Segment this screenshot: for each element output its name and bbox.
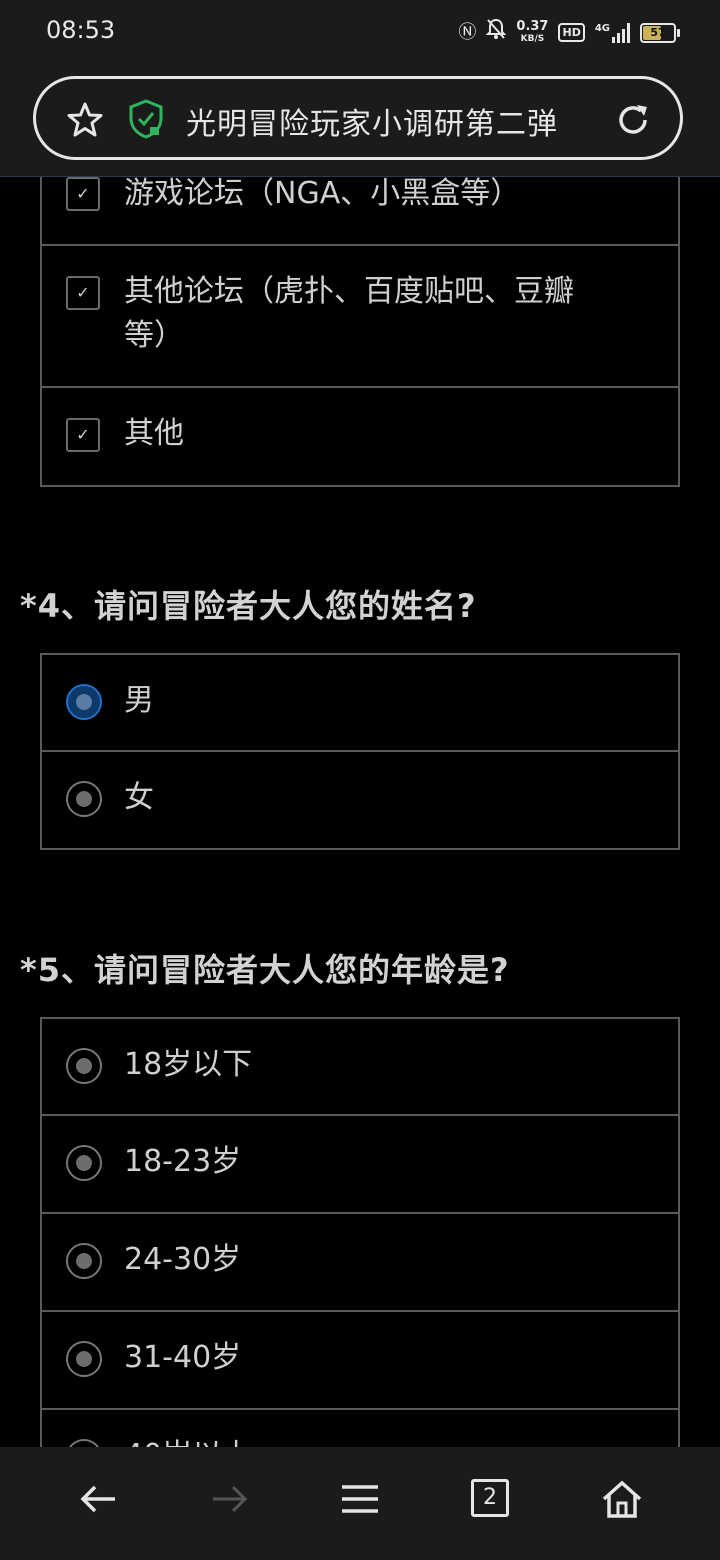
bookmark-star-icon[interactable] xyxy=(66,101,104,139)
radio-option[interactable]: 31-40岁 xyxy=(40,1312,680,1410)
radio-icon[interactable] xyxy=(66,1439,102,1447)
required-mark: * xyxy=(20,587,38,625)
question3-options: ✓ 游戏论坛（NGA、小黑盒等） ✓ 其他论坛（虎扑、百度贴吧、豆瓣 等） ✓ … xyxy=(40,177,680,487)
radio-option-female[interactable]: 女 xyxy=(40,752,680,850)
checkbox-option[interactable]: ✓ 其他 xyxy=(40,388,680,487)
checkbox-option[interactable]: ✓ 其他论坛（虎扑、百度贴吧、豆瓣 等） xyxy=(40,246,680,388)
checkbox-checked-icon[interactable]: ✓ xyxy=(66,177,100,211)
radio-icon[interactable] xyxy=(66,1145,102,1181)
signal-icon: 4G xyxy=(595,22,630,43)
status-bar: 08:53 Ⓝ 0.37 KB/S HD 4G 57 xyxy=(0,0,720,64)
net-speed: 0.37 KB/S xyxy=(516,18,549,44)
checkbox-checked-icon[interactable]: ✓ xyxy=(66,418,100,452)
radio-icon[interactable] xyxy=(66,781,102,817)
radio-option[interactable]: 18岁以下 xyxy=(40,1017,680,1116)
tabs-button[interactable]: 2 xyxy=(471,1479,509,1517)
hd-badge: HD xyxy=(558,23,585,42)
question5-options: 18岁以下 18-23岁 24-30岁 31-40岁 40岁以上 xyxy=(40,1017,680,1447)
required-mark: * xyxy=(20,951,38,989)
forward-arrow-icon[interactable] xyxy=(207,1477,251,1521)
checkbox-option[interactable]: ✓ 游戏论坛（NGA、小黑盒等） xyxy=(40,177,680,246)
page-title: 光明冒险玩家小调研第二弹 xyxy=(186,107,558,142)
status-icons: Ⓝ 0.37 KB/S HD 4G 57 xyxy=(458,18,680,47)
survey-content: ✓ 游戏论坛（NGA、小黑盒等） ✓ 其他论坛（虎扑、百度贴吧、豆瓣 等） ✓ … xyxy=(0,177,720,1447)
nfc-icon: Ⓝ xyxy=(458,21,477,43)
question5-title: *5、请问冒险者大人您的年龄是? xyxy=(20,951,510,989)
radio-icon[interactable] xyxy=(66,1048,102,1084)
tab-count: 2 xyxy=(483,1485,497,1510)
radio-icon[interactable] xyxy=(66,1243,102,1279)
address-bar[interactable]: 光明冒险玩家小调研第二弹 xyxy=(33,76,683,160)
battery-icon: 57 xyxy=(640,22,680,43)
status-time: 08:53 xyxy=(46,16,116,44)
radio-option-male[interactable]: 男 xyxy=(40,653,680,752)
refresh-icon[interactable] xyxy=(614,101,652,139)
checkbox-checked-icon[interactable]: ✓ xyxy=(66,276,100,310)
question4-title: *4、请问冒险者大人您的姓名? xyxy=(20,587,477,625)
radio-selected-icon[interactable] xyxy=(66,684,102,720)
question4-options: 男 女 xyxy=(40,653,680,850)
secure-shield-icon xyxy=(129,99,163,139)
radio-option[interactable]: 24-30岁 xyxy=(40,1214,680,1312)
radio-icon[interactable] xyxy=(66,1341,102,1377)
radio-option[interactable]: 40岁以上 xyxy=(40,1410,680,1447)
mute-bell-icon xyxy=(485,18,507,47)
browser-toolbar: 光明冒险玩家小调研第二弹 xyxy=(0,64,720,177)
back-arrow-icon[interactable] xyxy=(77,1477,121,1521)
bottom-nav-bar: 2 xyxy=(0,1447,720,1560)
menu-icon[interactable] xyxy=(338,1477,382,1521)
radio-option[interactable]: 18-23岁 xyxy=(40,1116,680,1214)
home-icon[interactable] xyxy=(600,1477,644,1521)
